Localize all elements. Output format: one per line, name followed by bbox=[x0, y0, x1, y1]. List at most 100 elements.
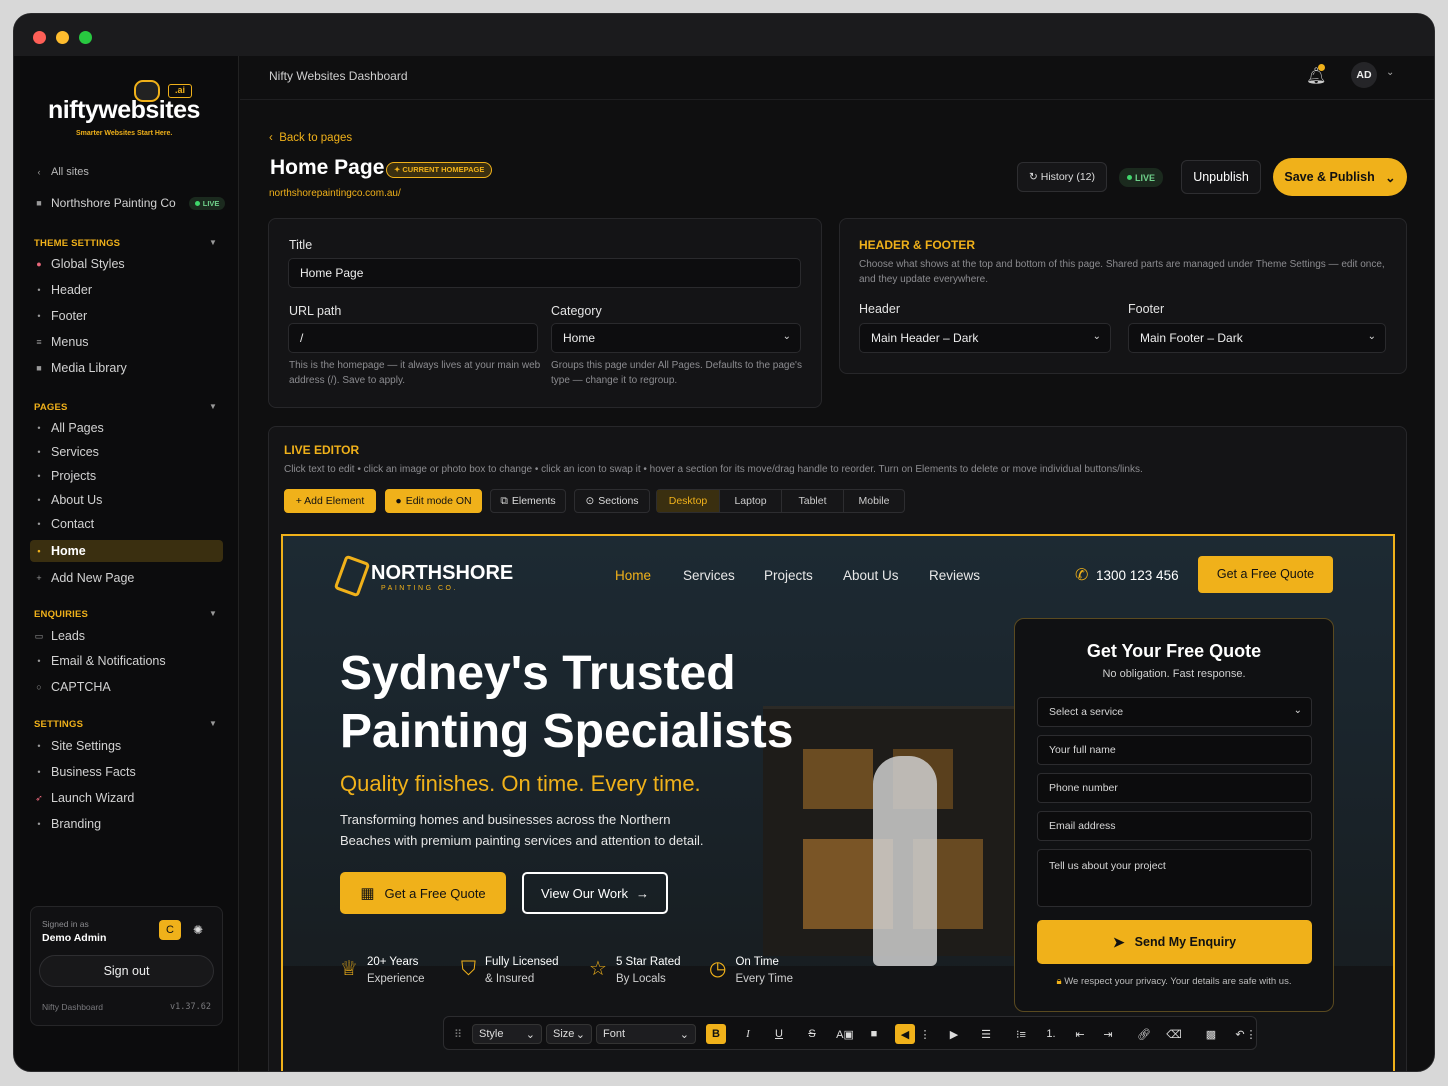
clear-format-icon[interactable]: ⌫ bbox=[1164, 1024, 1184, 1044]
phone-input[interactable]: Phone number bbox=[1037, 773, 1312, 803]
hero-headline-1[interactable]: Sydney's Trusted bbox=[340, 646, 736, 701]
sidebar-item-launch-wizard[interactable]: ➶ Launch Wizard bbox=[34, 788, 134, 808]
feature-sub[interactable]: Every Time bbox=[735, 971, 793, 988]
sidebar-item-projects[interactable]: • Projects bbox=[34, 466, 96, 486]
preview-nav-reviews[interactable]: Reviews bbox=[929, 568, 980, 583]
edit-mode-toggle[interactable]: ● Edit mode ON bbox=[385, 489, 482, 513]
title-input[interactable]: Home Page bbox=[288, 258, 801, 288]
sidebar-item-home[interactable]: • Home bbox=[34, 541, 85, 561]
feature-sub[interactable]: & Insured bbox=[485, 971, 559, 988]
sidebar-item-leads[interactable]: ▭ Leads bbox=[34, 626, 85, 646]
quote-subtitle[interactable]: No obligation. Fast response. bbox=[1015, 668, 1333, 680]
category-select[interactable]: Home ⌄ bbox=[551, 323, 801, 353]
settings-heading[interactable]: SETTINGS bbox=[34, 719, 83, 730]
save-publish-button[interactable]: Save & Publish ⌄ bbox=[1273, 158, 1407, 196]
hero-headline-2[interactable]: Painting Specialists bbox=[340, 704, 793, 759]
sidebar-item-header[interactable]: • Header bbox=[34, 280, 92, 300]
hero-cta-primary[interactable]: ▦ Get a Free Quote bbox=[340, 872, 506, 914]
hero-cta-secondary[interactable]: View Our Work → bbox=[522, 872, 668, 914]
hero-tagline[interactable]: Quality finishes. On time. Every time. bbox=[340, 771, 701, 797]
email-input[interactable]: Email address bbox=[1037, 811, 1312, 841]
back-to-pages-link[interactable]: ‹ Back to pages bbox=[269, 132, 352, 144]
current-site[interactable]: ■ Northshore Painting Co LIVE bbox=[34, 193, 226, 213]
sidebar-item-services[interactable]: • Services bbox=[34, 442, 99, 462]
underline-button[interactable]: U bbox=[769, 1024, 789, 1044]
elements-toggle[interactable]: ⧉ Elements bbox=[490, 489, 566, 513]
sidebar-item-media-library[interactable]: ■ Media Library bbox=[34, 358, 126, 378]
full-name-input[interactable]: Your full name bbox=[1037, 735, 1312, 765]
italic-button[interactable]: I bbox=[738, 1024, 758, 1044]
add-new-page-link[interactable]: + Add New Page bbox=[34, 568, 134, 588]
feature-title[interactable]: Fully Licensed bbox=[485, 954, 559, 971]
indent-icon[interactable]: ⇥ bbox=[1098, 1024, 1118, 1044]
sidebar-item-menus[interactable]: ≡ Menus bbox=[34, 332, 88, 352]
sidebar-item-branding[interactable]: • Branding bbox=[34, 814, 101, 834]
sidebar-item-global-styles[interactable]: ● Global Styles bbox=[34, 254, 124, 274]
sidebar-item-captcha[interactable]: ○ CAPTCHA bbox=[34, 677, 110, 697]
hero-body-1[interactable]: Transforming homes and businesses across… bbox=[340, 812, 670, 827]
numbered-list-icon[interactable]: 1. bbox=[1041, 1024, 1061, 1044]
align-right-icon[interactable]: ▶ bbox=[944, 1024, 964, 1044]
sections-toggle[interactable]: ⊙ Sections bbox=[574, 489, 650, 513]
preview-nav-cta[interactable]: Get a Free Quote bbox=[1198, 556, 1333, 593]
preview-nav-services[interactable]: Services bbox=[683, 568, 735, 583]
sidebar-item-email-notifications[interactable]: • Email & Notifications bbox=[34, 651, 165, 671]
maximize-window-button[interactable] bbox=[79, 31, 92, 44]
caret-down-icon[interactable]: ▼ bbox=[209, 719, 217, 728]
preview-brand[interactable]: NORTHSHORE bbox=[371, 562, 513, 585]
drag-handle-icon[interactable]: ⠿ bbox=[452, 1024, 464, 1044]
hero-body-2[interactable]: Beaches with premium painting services a… bbox=[340, 833, 703, 848]
feature-sub[interactable]: Experience bbox=[367, 971, 425, 988]
pages-heading[interactable]: PAGES bbox=[34, 402, 68, 413]
sidebar-item-all-pages[interactable]: • All Pages bbox=[34, 418, 103, 438]
unpublish-button[interactable]: Unpublish bbox=[1181, 160, 1261, 194]
image-icon[interactable]: ▩ bbox=[1201, 1024, 1221, 1044]
feature-title[interactable]: 5 Star Rated bbox=[616, 954, 681, 971]
device-desktop[interactable]: Desktop bbox=[657, 490, 719, 512]
preview-nav-home[interactable]: Home bbox=[615, 568, 651, 583]
chevron-down-icon[interactable]: ⌄ bbox=[1385, 170, 1395, 185]
caret-down-icon[interactable]: ▼ bbox=[209, 609, 217, 618]
align-justify-icon[interactable]: ☰ bbox=[976, 1024, 996, 1044]
send-enquiry-button[interactable]: ➤ Send My Enquiry bbox=[1037, 920, 1312, 964]
more-icon[interactable]: ⋮ bbox=[1246, 1024, 1257, 1044]
highlight-icon[interactable]: ■ bbox=[864, 1024, 884, 1044]
theme-settings-heading[interactable]: THEME SETTINGS bbox=[34, 238, 120, 249]
device-tablet[interactable]: Tablet bbox=[781, 490, 843, 512]
device-laptop[interactable]: Laptop bbox=[719, 490, 781, 512]
strikethrough-icon[interactable]: S bbox=[801, 1024, 823, 1044]
history-button[interactable]: ↻ History (12) bbox=[1017, 162, 1107, 192]
avatar[interactable]: AD bbox=[1351, 62, 1377, 88]
bold-button[interactable]: B bbox=[706, 1024, 726, 1044]
bullet-list-icon[interactable]: ⁝≡ bbox=[1011, 1024, 1031, 1044]
text-color-icon[interactable]: A▣ bbox=[834, 1024, 856, 1044]
outdent-icon[interactable]: ⇤ bbox=[1070, 1024, 1090, 1044]
sidebar-item-about-us[interactable]: • About Us bbox=[34, 490, 102, 510]
font-select[interactable]: Font ⌄ bbox=[596, 1024, 696, 1044]
project-textarea[interactable]: Tell us about your project bbox=[1037, 849, 1312, 907]
sidebar-item-footer[interactable]: • Footer bbox=[34, 306, 87, 326]
enquiries-heading[interactable]: ENQUIRIES bbox=[34, 609, 88, 620]
chevron-down-icon[interactable]: ⌄ bbox=[1386, 67, 1394, 78]
website-preview[interactable]: NORTHSHORE PAINTING CO. Home Services Pr… bbox=[281, 534, 1395, 1071]
sidebar-item-site-settings[interactable]: • Site Settings bbox=[34, 736, 121, 756]
sign-out-button[interactable]: Sign out bbox=[39, 955, 214, 987]
footer-select[interactable]: Main Footer – Dark ⌄ bbox=[1128, 323, 1386, 353]
caret-down-icon[interactable]: ▼ bbox=[209, 402, 217, 411]
style-select[interactable]: Style ⌄ bbox=[472, 1024, 542, 1044]
size-select[interactable]: Size ⌄ bbox=[546, 1024, 592, 1044]
more-icon[interactable]: ⋮ bbox=[920, 1024, 931, 1044]
service-select[interactable]: Select a service ⌄ bbox=[1037, 697, 1312, 727]
close-window-button[interactable] bbox=[33, 31, 46, 44]
theme-toggle-sun-icon[interactable]: ✺ bbox=[187, 920, 209, 940]
align-left-icon[interactable]: ◀ bbox=[895, 1024, 915, 1044]
minimize-window-button[interactable] bbox=[56, 31, 69, 44]
preview-nav-about[interactable]: About Us bbox=[843, 568, 899, 583]
device-mobile[interactable]: Mobile bbox=[843, 490, 904, 512]
preview-phone[interactable]: 1300 123 456 bbox=[1096, 568, 1179, 583]
preview-nav-projects[interactable]: Projects bbox=[764, 568, 813, 583]
caret-down-icon[interactable]: ▼ bbox=[209, 238, 217, 247]
all-sites-link[interactable]: ‹ All sites bbox=[34, 162, 89, 182]
page-url-link[interactable]: northshorepaintingco.com.au/ bbox=[269, 188, 401, 199]
sidebar-item-business-facts[interactable]: • Business Facts bbox=[34, 762, 135, 782]
